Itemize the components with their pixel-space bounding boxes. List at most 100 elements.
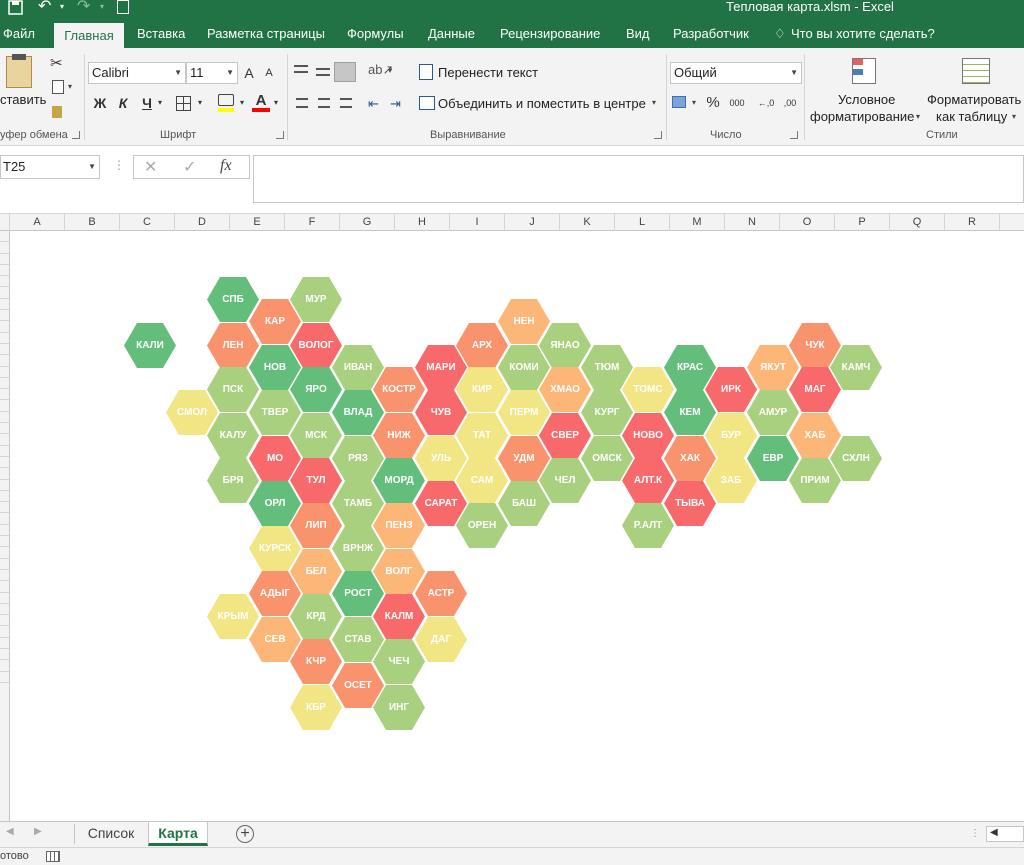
row-header[interactable] xyxy=(0,536,9,548)
fill-color-icon[interactable] xyxy=(218,94,234,106)
region-hex[interactable]: ХМАО xyxy=(539,367,591,412)
format-table-icon[interactable] xyxy=(962,58,990,84)
region-hex[interactable]: ТВЕР xyxy=(249,390,301,435)
region-hex[interactable]: МО xyxy=(249,436,301,481)
row-header[interactable] xyxy=(0,265,9,277)
row-header[interactable] xyxy=(0,615,9,627)
thousands-button[interactable]: 000 xyxy=(727,92,747,114)
align-right-icon[interactable] xyxy=(340,98,352,108)
row-header[interactable] xyxy=(0,276,9,288)
grow-font-button[interactable]: A xyxy=(242,62,256,84)
region-hex[interactable]: НОВО xyxy=(622,413,674,458)
increase-indent-icon[interactable]: ⇥ xyxy=(390,96,401,112)
region-hex[interactable]: ОСЕТ xyxy=(332,663,384,708)
region-hex[interactable]: ОМСК xyxy=(581,436,633,481)
row-header[interactable] xyxy=(0,389,9,401)
region-hex[interactable]: БЕЛ xyxy=(290,549,342,594)
region-hex[interactable]: КРЫМ xyxy=(207,594,259,639)
region-hex[interactable]: МОРД xyxy=(373,458,425,503)
region-hex[interactable]: ИРК xyxy=(705,367,757,412)
region-hex[interactable]: ЗАБ xyxy=(705,458,757,503)
column-header[interactable]: N xyxy=(725,214,780,231)
region-hex[interactable]: ХАБ xyxy=(789,413,841,458)
column-header[interactable]: J xyxy=(505,214,560,231)
row-header[interactable] xyxy=(0,468,9,480)
region-hex[interactable]: ЧЕЛ xyxy=(539,458,591,503)
region-hex[interactable]: ПСК xyxy=(207,367,259,412)
wrap-text-icon[interactable] xyxy=(419,64,433,80)
decrease-decimal-button[interactable]: ,00 xyxy=(780,92,800,114)
region-hex[interactable]: ПРИМ xyxy=(789,458,841,503)
borders-dropdown-icon[interactable]: ▾ xyxy=(196,92,204,114)
row-header[interactable] xyxy=(0,446,9,457)
sheet-tab-map[interactable]: Карта xyxy=(148,822,208,846)
region-hex[interactable]: КУРГ xyxy=(581,390,633,435)
region-hex[interactable]: АМУР xyxy=(747,390,799,435)
region-hex[interactable]: ВРНЖ xyxy=(332,526,384,571)
tab-developer[interactable]: Разработчик xyxy=(673,20,749,48)
enter-icon[interactable]: ✓ xyxy=(183,157,196,177)
cut-icon[interactable]: ✂ xyxy=(50,54,63,72)
tell-me-box[interactable]: Что вы хотите сделать? xyxy=(791,20,935,48)
row-header[interactable] xyxy=(0,254,9,265)
region-hex[interactable]: ДАГ xyxy=(415,617,467,662)
scroll-left-icon[interactable]: ◀ xyxy=(990,827,998,838)
region-hex[interactable]: МУР xyxy=(290,277,342,322)
percent-button[interactable]: % xyxy=(704,92,722,114)
tab-view[interactable]: Вид xyxy=(626,20,650,48)
new-file-icon[interactable] xyxy=(117,0,129,14)
region-hex[interactable]: КАР xyxy=(249,299,301,344)
row-header[interactable] xyxy=(0,604,9,616)
region-hex[interactable]: ТАТ xyxy=(456,413,508,458)
macro-record-icon[interactable] xyxy=(46,851,60,862)
row-header[interactable] xyxy=(0,299,9,311)
font-color-dropdown-icon[interactable]: ▾ xyxy=(272,92,280,114)
region-hex[interactable]: САМ xyxy=(456,458,508,503)
region-hex[interactable]: АСТР xyxy=(415,571,467,616)
row-header[interactable] xyxy=(0,502,9,514)
align-center-icon[interactable] xyxy=(318,98,330,108)
row-header[interactable] xyxy=(0,638,9,650)
tab-home[interactable]: Главная xyxy=(54,23,124,48)
row-header[interactable] xyxy=(0,457,9,469)
region-hex[interactable]: БУР xyxy=(705,413,757,458)
region-hex[interactable]: БАШ xyxy=(498,481,550,526)
column-header[interactable]: Q xyxy=(890,214,945,231)
row-header[interactable] xyxy=(0,559,9,570)
region-hex[interactable]: ТЮМ xyxy=(581,345,633,390)
number-launcher-icon[interactable] xyxy=(790,131,798,139)
region-hex[interactable]: ТЫВА xyxy=(664,481,716,526)
region-hex[interactable]: АРХ xyxy=(456,323,508,368)
region-hex[interactable]: КАЛУ xyxy=(207,413,259,458)
region-hex[interactable]: КИР xyxy=(456,367,508,412)
region-hex[interactable]: КАЛИ xyxy=(124,323,176,368)
paste-icon[interactable] xyxy=(6,56,32,88)
font-size-combo[interactable]: 11 ▼ xyxy=(186,62,238,84)
row-header[interactable] xyxy=(0,355,9,367)
region-hex[interactable]: ЧЕЧ xyxy=(373,639,425,684)
sheet-tab-list[interactable]: Список xyxy=(76,822,146,846)
undo-dropdown-icon[interactable]: ▾ xyxy=(60,2,64,11)
row-header[interactable] xyxy=(0,344,9,356)
tab-formulas[interactable]: Формулы xyxy=(347,20,404,48)
row-header[interactable] xyxy=(0,288,9,299)
increase-decimal-button[interactable]: ←,0 xyxy=(756,92,776,114)
bold-button[interactable]: Ж xyxy=(92,92,108,114)
region-hex[interactable]: КЕМ xyxy=(664,390,716,435)
cancel-icon[interactable]: ✕ xyxy=(144,157,157,177)
region-hex[interactable]: СПБ xyxy=(207,277,259,322)
region-hex[interactable]: ВОЛОГ xyxy=(290,323,342,368)
region-hex[interactable]: НОВ xyxy=(249,345,301,390)
underline-dropdown-icon[interactable]: ▾ xyxy=(156,92,164,114)
region-hex[interactable]: КАМЧ xyxy=(830,345,882,390)
number-format-combo[interactable]: Общий ▼ xyxy=(670,62,802,84)
row-header[interactable] xyxy=(0,378,9,390)
row-header[interactable] xyxy=(0,242,9,254)
merge-center-button[interactable]: Объединить и поместить в центре xyxy=(438,96,646,111)
conditional-format-icon[interactable] xyxy=(852,58,876,84)
region-hex[interactable]: СЕВ xyxy=(249,617,301,662)
region-hex[interactable]: СХЛН xyxy=(830,436,882,481)
font-name-combo[interactable]: Calibri ▼ xyxy=(88,62,186,84)
row-header[interactable] xyxy=(0,660,9,672)
region-hex[interactable]: ИВАН xyxy=(332,345,384,390)
